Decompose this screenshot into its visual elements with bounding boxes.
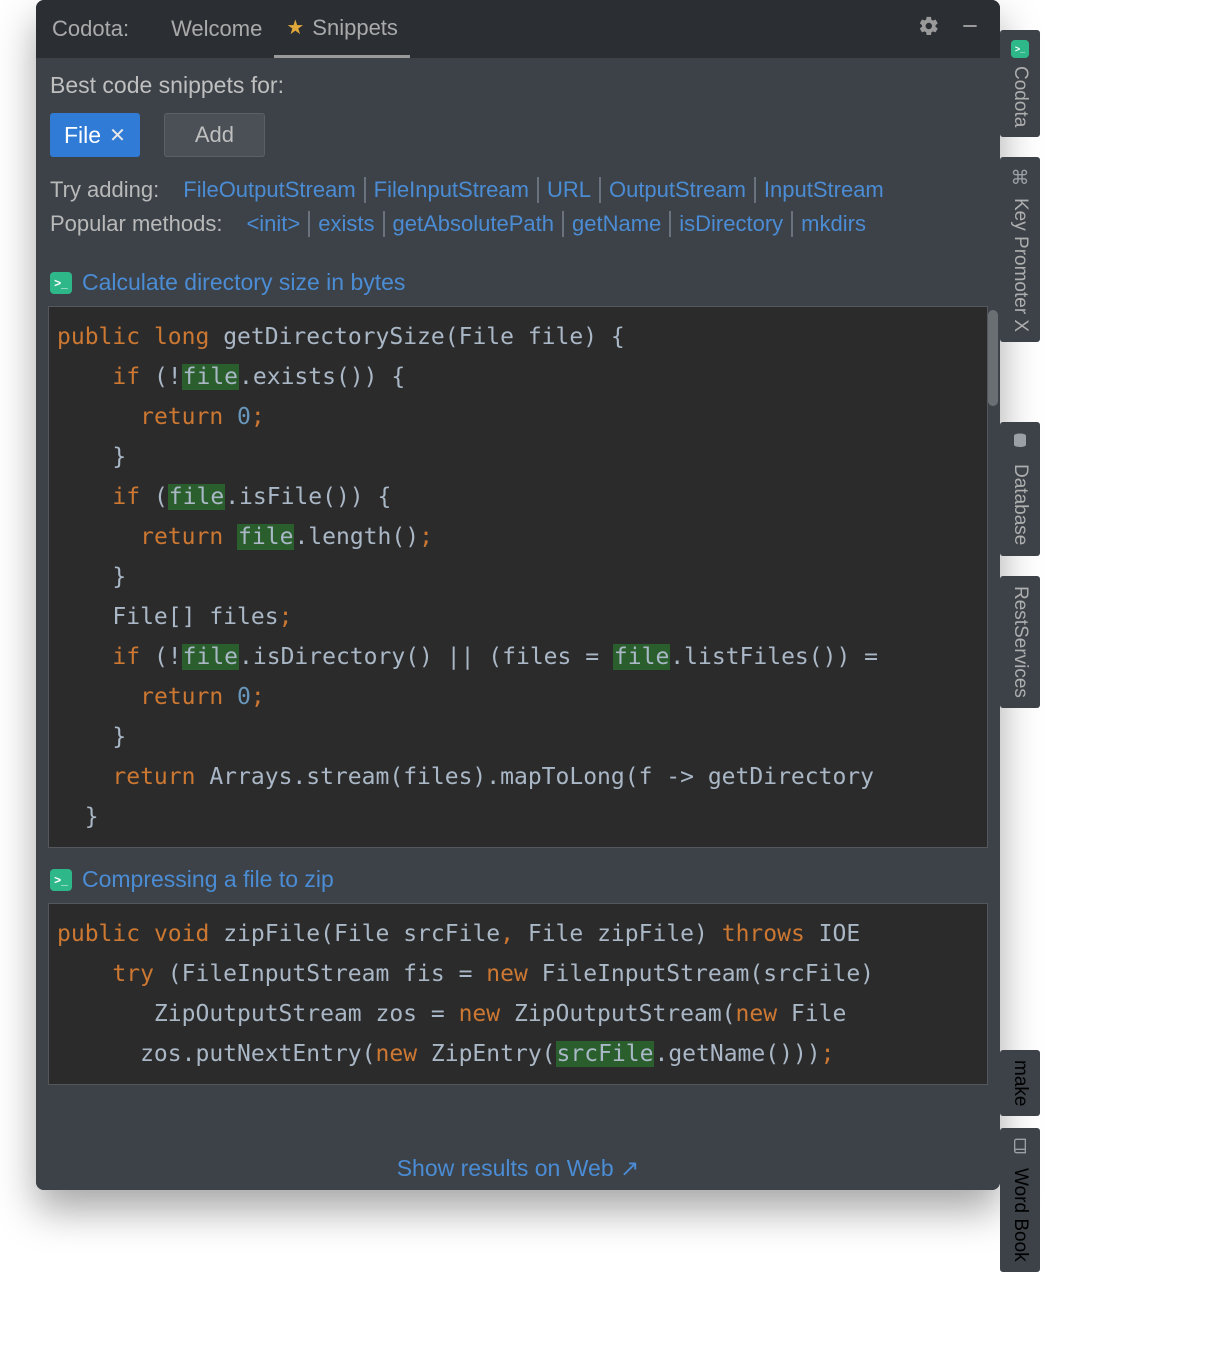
scrollbar-thumb[interactable] (988, 310, 998, 406)
snippet-title-link[interactable]: Compressing a file to zip (82, 866, 334, 893)
tab-snippets-label: Snippets (312, 15, 398, 41)
snippet-code-block[interactable]: public long getDirectorySize(File file) … (48, 306, 988, 848)
codota-icon: >_ (50, 272, 72, 294)
snippet-header: >_ Compressing a file to zip (50, 866, 988, 893)
try-adding-label: Try adding: (50, 177, 159, 203)
popular-methods-label: Popular methods: (50, 211, 222, 237)
minimize-button[interactable] (950, 16, 990, 42)
settings-button[interactable] (908, 15, 950, 43)
method-link[interactable]: getName (562, 211, 661, 237)
try-adding-row: Try adding: FileOutputStream FileInputSt… (50, 177, 986, 203)
tab-welcome[interactable]: Welcome (159, 2, 274, 56)
rail-label: Codota (1009, 66, 1031, 127)
search-header: Best code snippets for: File ✕ Add Try a… (36, 58, 1000, 251)
rail-tab-restservices[interactable]: RestServices (1000, 576, 1040, 708)
top-tab-bar: Codota: Welcome ★ Snippets (36, 0, 1000, 58)
star-icon: ★ (286, 15, 304, 40)
tab-snippets[interactable]: ★ Snippets (274, 1, 410, 58)
method-link[interactable]: <init> (236, 211, 300, 237)
rail-label: Key Promoter X (1009, 198, 1031, 332)
rail-tab-make[interactable]: make (1000, 1050, 1040, 1116)
rail-label: make (1009, 1060, 1031, 1106)
method-link[interactable]: exists (308, 211, 374, 237)
snippet-title-link[interactable]: Calculate directory size in bytes (82, 269, 405, 296)
suggest-link[interactable]: URL (537, 177, 591, 203)
chip-label: File (64, 122, 101, 149)
add-term-button[interactable]: Add (164, 113, 265, 157)
book-icon (1012, 1138, 1028, 1160)
suggest-link[interactable]: OutputStream (599, 177, 746, 203)
snippet-code-block[interactable]: public void zipFile(File srcFile, File z… (48, 903, 988, 1085)
rail-label: Database (1009, 464, 1031, 545)
minimize-icon (960, 16, 980, 41)
database-icon (1011, 432, 1029, 456)
rail-tab-codota[interactable]: >_ Codota (1000, 30, 1040, 137)
best-snippets-label: Best code snippets for: (50, 72, 986, 99)
rail-label: Word Book (1009, 1168, 1031, 1262)
codota-panel: Codota: Welcome ★ Snippets Best code sni… (36, 0, 1000, 1190)
footer: Show results on Web ↗ (36, 1147, 1000, 1190)
suggest-link[interactable]: FileInputStream (364, 177, 529, 203)
rail-tab-database[interactable]: Database (1000, 422, 1040, 555)
snippet-header: >_ Calculate directory size in bytes (50, 269, 988, 296)
codota-icon: >_ (1011, 40, 1029, 58)
method-link[interactable]: getAbsolutePath (383, 211, 554, 237)
search-chip-file[interactable]: File ✕ (50, 113, 140, 157)
popular-methods-row: Popular methods: <init> exists getAbsolu… (50, 211, 986, 237)
tab-welcome-label: Welcome (171, 16, 262, 42)
chip-remove-icon[interactable]: ✕ (109, 123, 126, 148)
rail-tab-wordbook[interactable]: Word Book (1000, 1128, 1040, 1272)
suggest-link[interactable]: InputStream (754, 177, 884, 203)
rail-tab-keypromoter[interactable]: ⌘ Key Promoter X (1000, 157, 1040, 342)
brand-label: Codota: (46, 2, 135, 56)
suggest-link[interactable]: FileOutputStream (173, 177, 355, 203)
gear-icon (918, 17, 940, 42)
show-results-web-link[interactable]: Show results on Web ↗ (397, 1155, 640, 1181)
codota-icon: >_ (50, 869, 72, 891)
method-link[interactable]: isDirectory (669, 211, 783, 237)
right-tool-rail-bottom: make Word Book (1000, 1050, 1040, 1272)
method-link[interactable]: mkdirs (791, 211, 866, 237)
right-tool-rail: >_ Codota ⌘ Key Promoter X Database Rest… (1000, 30, 1040, 708)
snippets-list: >_ Calculate directory size in bytes pub… (36, 269, 1000, 1085)
key-icon: ⌘ (1011, 167, 1030, 190)
rail-label: RestServices (1009, 586, 1031, 698)
